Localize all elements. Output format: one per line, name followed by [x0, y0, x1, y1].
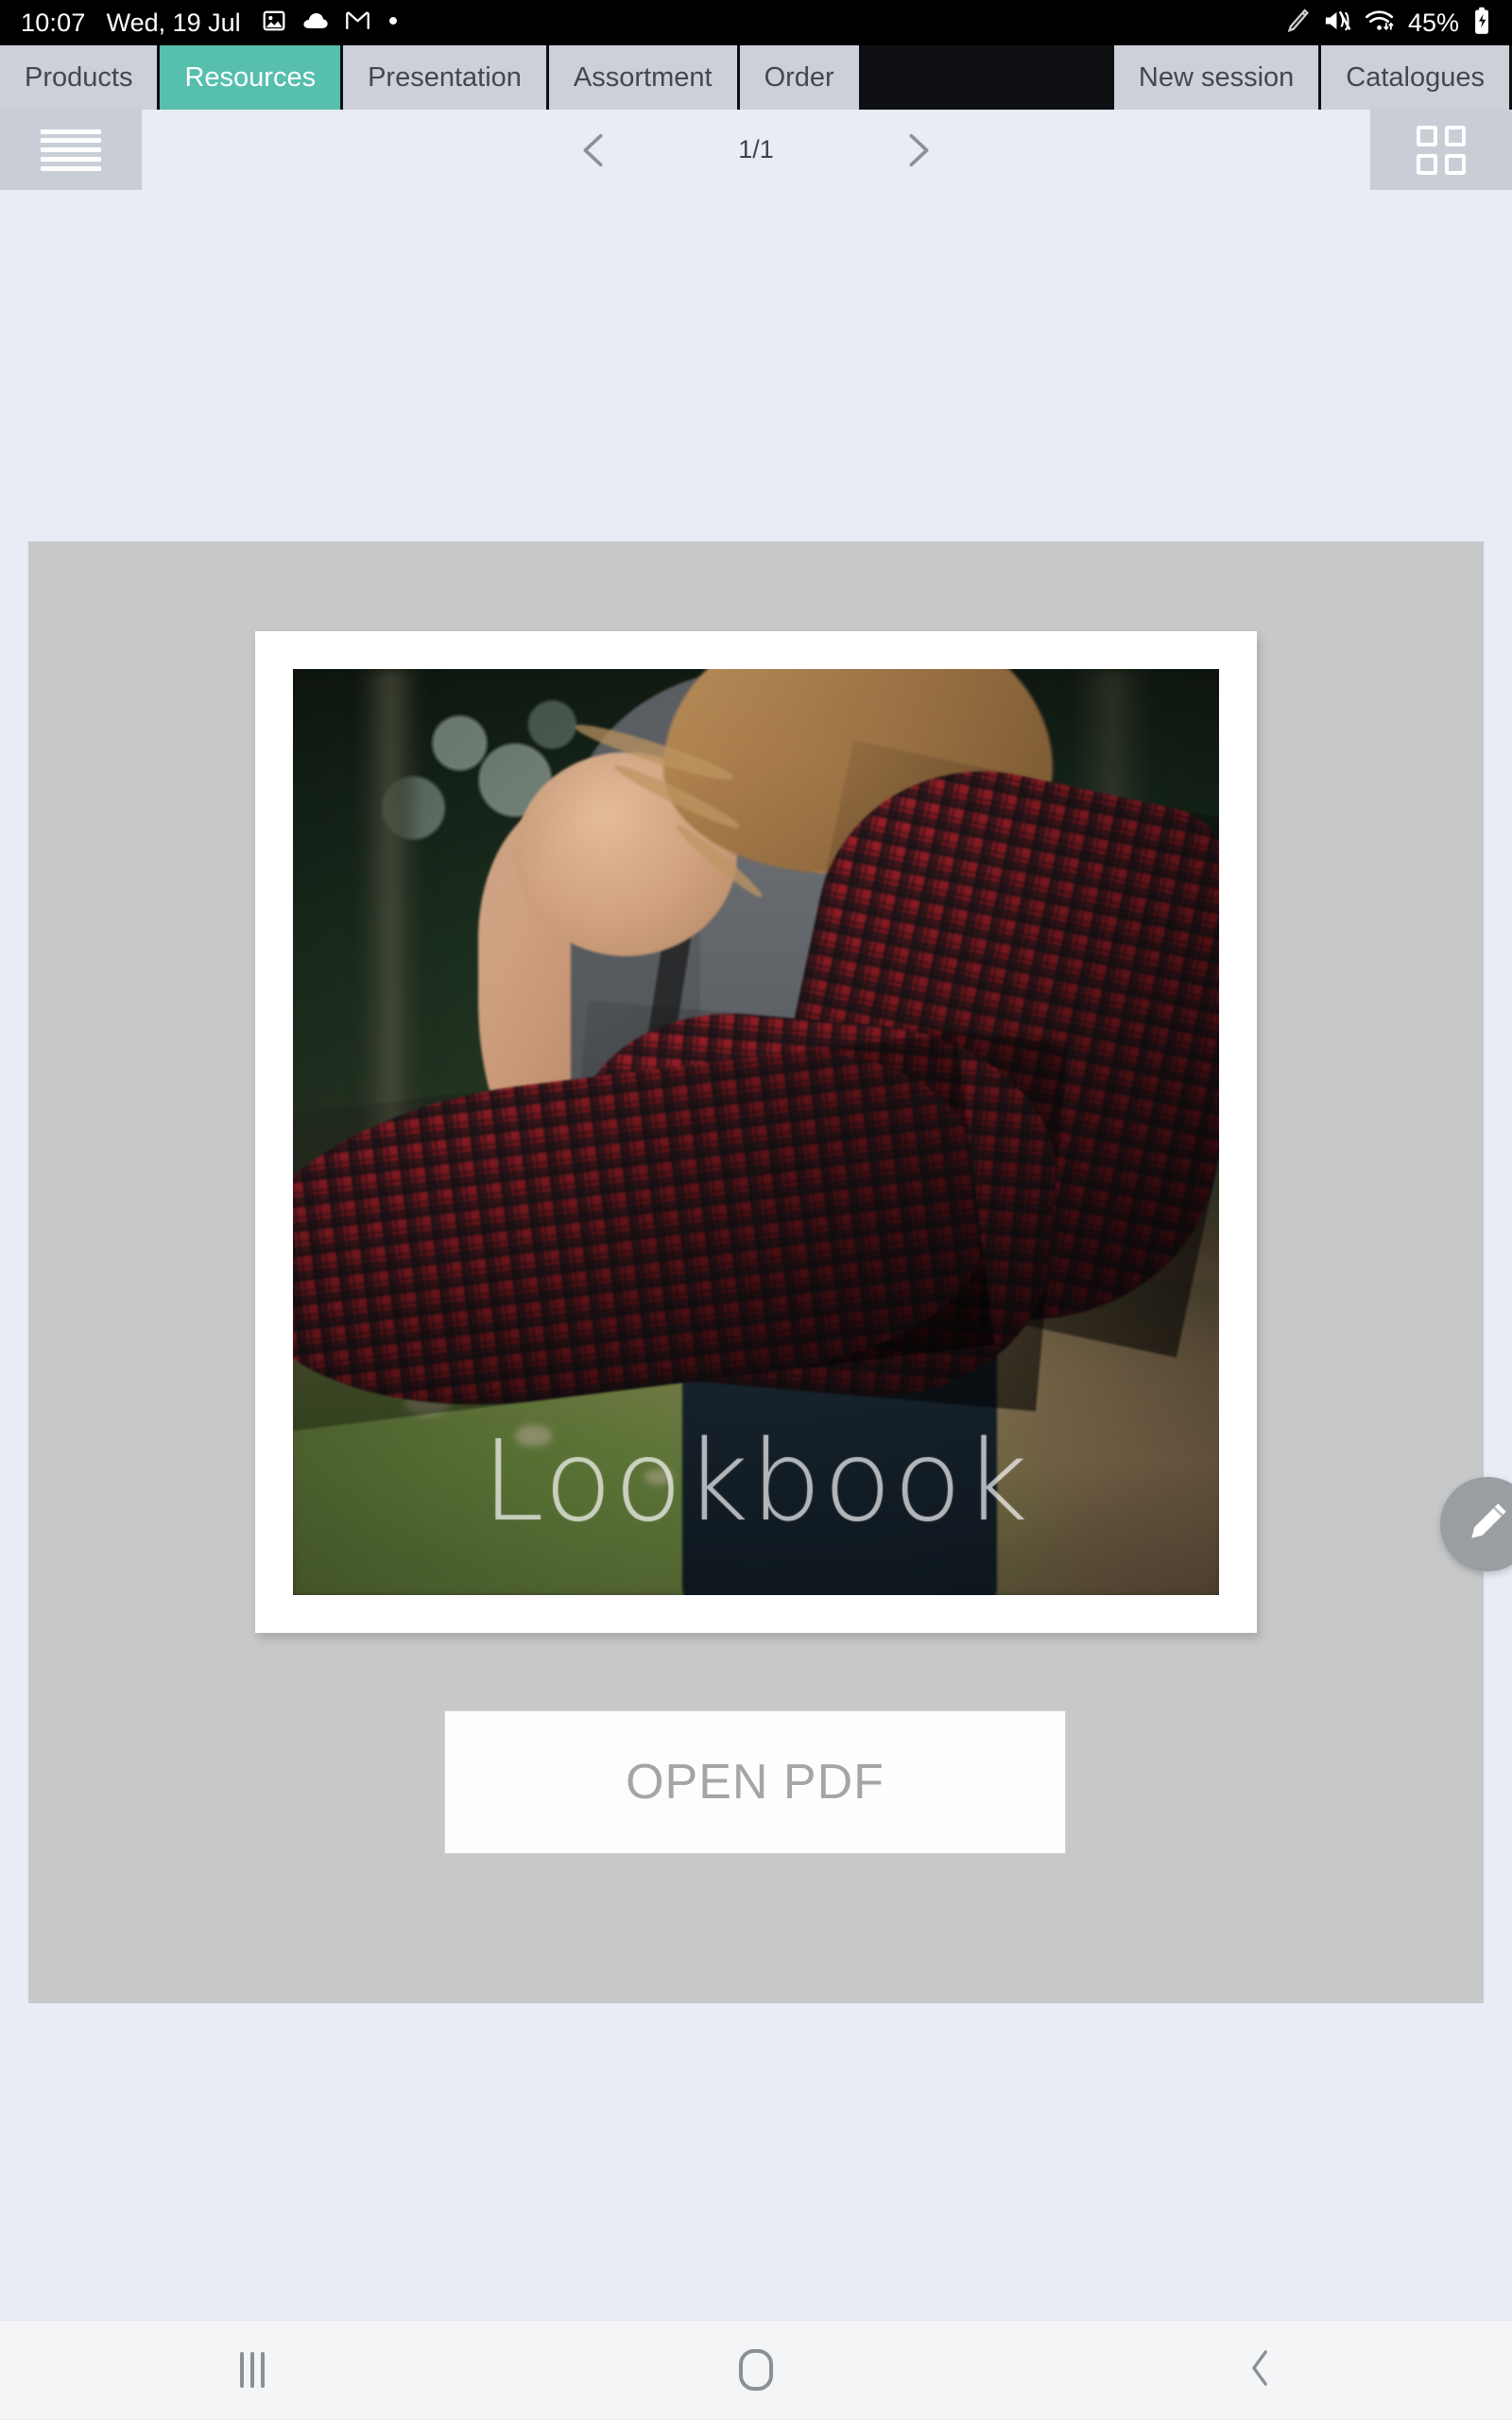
content-toolbar: 1/1: [0, 110, 1512, 190]
page-indicator: 1/1: [738, 135, 774, 164]
battery-charging-icon: [1472, 7, 1491, 40]
main-tab-bar: Products Resources Presentation Assortme…: [0, 45, 1512, 110]
status-bar-notification-icons: [262, 9, 400, 38]
wifi-icon: [1365, 9, 1395, 38]
tab-bar-spacer: [862, 45, 1114, 110]
back-icon: [1244, 2349, 1276, 2392]
status-bar-system-icons: 45%: [1285, 7, 1491, 40]
recents-button[interactable]: [167, 2321, 337, 2420]
lookbook-cover-frame[interactable]: Lookbook: [255, 631, 1257, 1633]
pencil-edit-icon: [1463, 1498, 1512, 1552]
next-page-button[interactable]: [897, 129, 940, 172]
tab-assortment[interactable]: Assortment: [549, 45, 737, 110]
catalogue-card: Lookbook OPEN PDF: [28, 541, 1484, 2003]
list-menu-button[interactable]: [0, 110, 142, 190]
prev-page-button[interactable]: [572, 129, 615, 172]
battery-percent-label: 45%: [1408, 9, 1459, 38]
pagination-controls: 1/1: [142, 110, 1370, 190]
tab-products[interactable]: Products: [0, 45, 157, 110]
mute-vibrate-icon: [1323, 8, 1351, 39]
android-navigation-bar: [0, 2320, 1512, 2419]
tab-order[interactable]: Order: [740, 45, 859, 110]
tab-catalogues[interactable]: Catalogues: [1321, 45, 1509, 110]
status-bar-time: 10:07: [21, 9, 86, 38]
tab-resources[interactable]: Resources: [160, 45, 340, 110]
status-bar: 10:07 Wed, 19 Jul 45%: [0, 0, 1512, 45]
dot-icon: [387, 14, 400, 32]
grid-view-button[interactable]: [1370, 110, 1512, 190]
status-bar-date: Wed, 19 Jul: [107, 9, 241, 38]
back-button[interactable]: [1175, 2321, 1345, 2420]
home-button[interactable]: [671, 2321, 841, 2420]
lookbook-cover-photo: Lookbook: [293, 669, 1219, 1595]
image-icon: [262, 9, 286, 38]
home-icon: [739, 2349, 773, 2391]
tab-new-session[interactable]: New session: [1114, 45, 1318, 110]
tab-presentation[interactable]: Presentation: [343, 45, 546, 110]
cloud-icon: [302, 9, 329, 38]
open-pdf-button[interactable]: OPEN PDF: [444, 1710, 1066, 1854]
recents-icon: [240, 2352, 265, 2388]
hamburger-list-icon: [41, 129, 101, 171]
lookbook-title: Lookbook: [293, 1425, 1219, 1536]
grid-view-icon: [1417, 126, 1466, 175]
stylus-icon: [1285, 8, 1310, 39]
gmail-icon: [345, 9, 370, 37]
